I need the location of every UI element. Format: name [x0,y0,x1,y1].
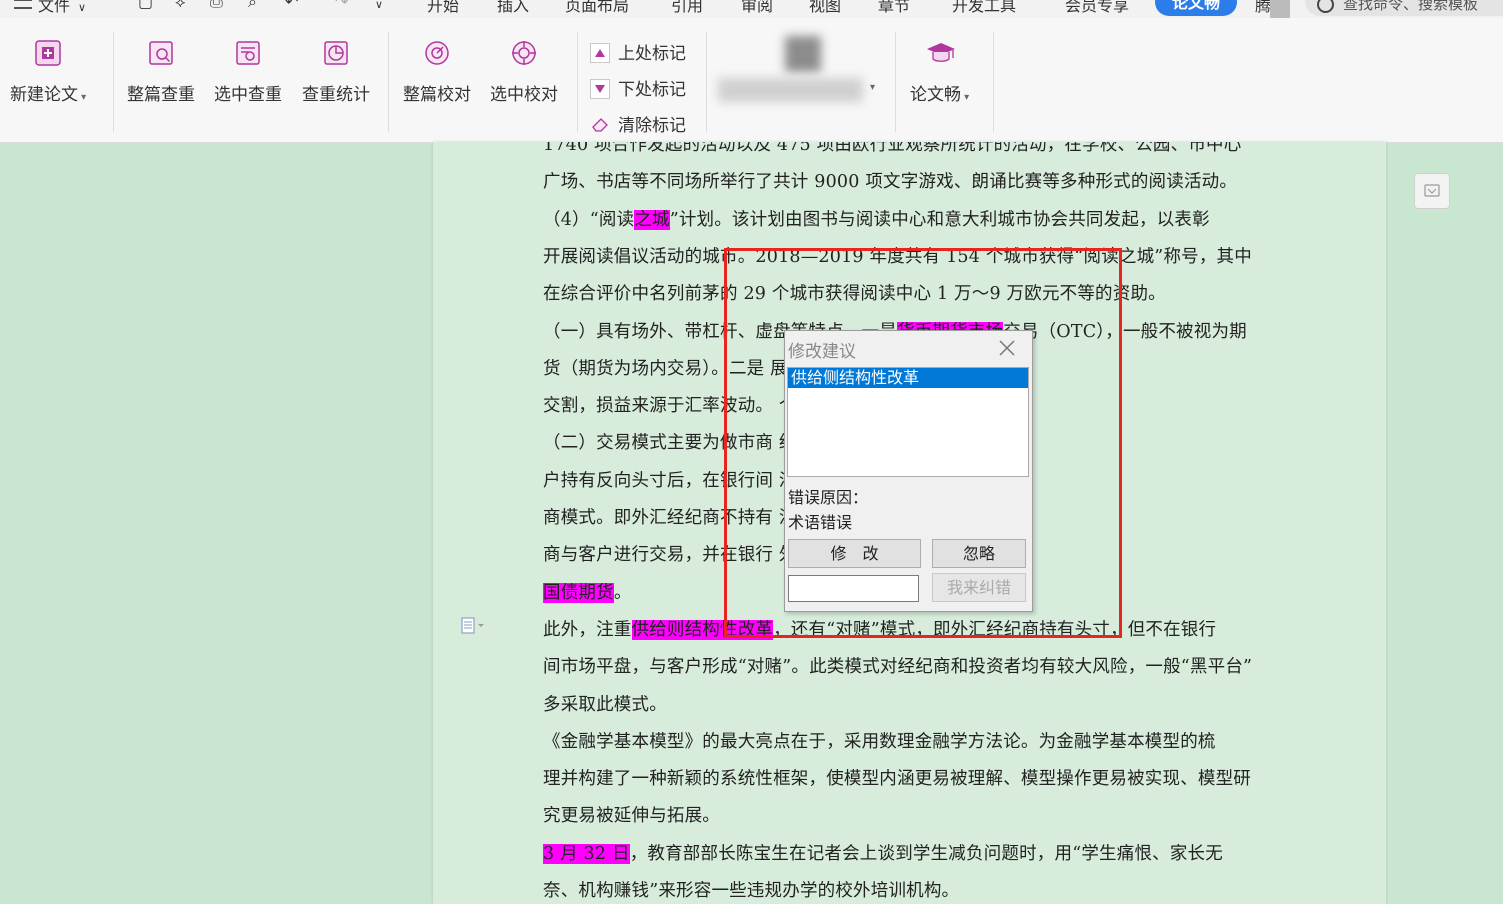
tab-developer[interactable]: 开发工具 [952,0,1016,16]
redo-icon[interactable]: ↷ [335,0,348,11]
highlighted-term[interactable]: 之城 [634,209,670,230]
tab-member[interactable]: 会员专享 [1065,0,1129,16]
document-line[interactable]: 广场、书店等不同场所举行了共计 9000 项文字游戏、朗诵比赛等多种形式的阅读活… [543,168,1237,193]
avatar[interactable] [785,36,821,72]
tab-view[interactable]: 视图 [809,0,841,16]
chevron-down-icon[interactable]: ▾ [870,82,875,93]
suggestion-list[interactable]: 供给侧结构性改革 [787,367,1029,477]
text-run: ，教育部部长陈宝生在记者会上谈到学生减负问题时，用“学生痛恨、家长无 [629,843,1223,864]
highlighted-term[interactable]: 国债期货 [543,582,614,603]
ribbon-toolbar: 新建论文 ▾ 整篇查重 选中查重 查重统计 整篇校对 选中校对 上处标记 下处标… [0,18,1503,143]
new-paper-button[interactable]: 新建论文 ▾ [10,38,86,105]
ribbon-separator [993,32,994,132]
tab-lunwenchang[interactable]: 论文畅 [1155,0,1237,16]
full-check-button[interactable]: 整篇查重 [127,38,195,105]
paragraph-menu-icon[interactable] [461,617,484,635]
ribbon-separator [895,32,896,132]
correction-input[interactable] [788,575,919,602]
text-run: 理并构建了一种新颖的系统性框架，使模型内涵更易被理解、模型操作更易被实现、模型研 [543,769,1251,790]
error-reason-value: 术语错误 [788,513,853,532]
pie-chart-icon [321,38,351,68]
menu-bar: 文件 ∨ ▢ ⟡ ⎙ ⌕ ↶ ↷ ∨ 开始 插入 页面布局 引用 审阅 视图 章节… [0,0,1503,18]
ribbon-separator [706,32,707,132]
tab-scroll-button[interactable] [1270,0,1290,18]
search-input[interactable]: 查找命令、搜索模板 [1305,0,1503,16]
modify-button[interactable]: 修 改 [788,539,921,568]
selected-proofread-button[interactable]: 选中校对 [490,38,558,105]
ignore-button[interactable]: 忽略 [932,539,1026,568]
share-icon[interactable]: ⟡ [175,0,186,12]
text-run: 多采取此模式。 [543,694,667,715]
target-icon [509,38,539,68]
up-triangle-icon [590,43,610,63]
suggestion-dialog: 修改建议 供给侧结构性改革 错误原因： 术语错误 修 改 忽略 我来纠错 [784,330,1033,612]
tab-chapter[interactable]: 章节 [878,0,910,16]
text-run: 《金融学基本模型》的最大亮点在于，采用数理金融学方法论。为金融学基本模型的梳 [543,731,1216,752]
text-run: 广场、书店等不同场所举行了共计 9000 项文字游戏、朗诵比赛等多种形式的阅读活… [543,172,1238,193]
account-name [718,78,863,102]
ribbon-separator [388,32,389,132]
full-check-icon [146,38,176,68]
document-line[interactable]: （4）“阅读之城”计划。该计划由图书与阅读中心和意大利城市协会共同发起，以表彰 [543,206,1210,231]
dialog-title: 修改建议 [788,342,856,362]
text-run: 此外，注重 [543,619,632,640]
filter-panel-button[interactable] [1414,173,1450,209]
selected-check-icon [233,38,263,68]
print-icon[interactable]: ⎙ [210,0,223,12]
tab-insert[interactable]: 插入 [497,0,529,16]
document-line[interactable]: 究更易被延伸与拓展。 [543,802,720,827]
tab-overflow[interactable]: 腾 [1255,0,1271,16]
document-line[interactable]: 奈、机构赚钱”来形容一些违规办学的校外培训机构。 [543,877,959,902]
chevron-down-icon: ∨ [78,1,87,14]
full-proofread-button[interactable]: 整篇校对 [403,38,471,105]
document-line[interactable]: 多采取此模式。 [543,691,667,716]
text-run: ”计划。该计划由图书与阅读中心和意大利城市协会共同发起，以表彰 [669,209,1210,230]
text-run: 究更易被延伸与拓展。 [543,806,720,827]
eraser-icon [590,114,610,134]
lunwenchang-button[interactable]: 论文畅 ▾ [910,38,969,105]
selected-check-button[interactable]: 选中查重 [214,38,282,105]
save-icon[interactable]: ▢ [138,0,153,11]
document-line[interactable]: 3 月 32 日，教育部部长陈宝生在记者会上谈到学生减负问题时，用“学生痛恨、家… [543,840,1223,865]
highlighted-term[interactable]: 3 月 32 日 [543,843,630,864]
chevron-down-icon: ▾ [961,92,970,103]
menu-file[interactable]: 文件 ∨ [14,0,86,16]
undo-icon[interactable]: ↶ [285,0,298,11]
graduation-cap-icon [925,38,955,68]
ribbon-separator [577,32,578,132]
text-run: 奈、机构赚钱”来形容一些违规办学的校外培训机构。 [543,881,960,901]
down-triangle-icon [590,79,610,99]
tab-review[interactable]: 审阅 [741,0,773,16]
tab-references[interactable]: 引用 [671,0,703,16]
tab-page-layout[interactable]: 页面布局 [565,0,629,16]
print-preview-icon[interactable]: ⌕ [248,0,257,12]
document-line[interactable]: 间市场平盘，与客户形成“对赌”。此类模式对经纪商和投资者均有较大风险，一般“黑平… [543,653,1252,678]
document-line[interactable]: 《金融学基本模型》的最大亮点在于，采用数理金融学方法论。为金融学基本模型的梳 [543,728,1216,753]
tab-start[interactable]: 开始 [427,0,459,16]
self-correct-button[interactable]: 我来纠错 [932,573,1026,602]
new-paper-icon [33,38,63,68]
text-run: 。 [613,582,632,603]
quick-access-dropdown-icon[interactable]: ∨ [375,0,383,11]
ribbon-separator [113,32,114,132]
document-line[interactable]: 理并构建了一种新颖的系统性框架，使模型内涵更易被理解、模型操作更易被实现、模型研 [543,765,1251,790]
clear-marks-button[interactable]: 清除标记 [590,111,686,136]
chevron-down-icon: ▾ [78,92,87,103]
next-mark-button[interactable]: 下处标记 [590,75,686,100]
filter-icon [1424,184,1440,197]
prev-mark-button[interactable]: 上处标记 [590,39,686,64]
full-proofread-icon [422,38,452,68]
hamburger-icon [14,0,32,9]
check-stats-button[interactable]: 查重统计 [302,38,370,105]
suggestion-item[interactable]: 供给侧结构性改革 [788,368,1028,388]
error-reason-label: 错误原因： [788,488,869,507]
document-line[interactable]: 国债期货。 [543,579,632,604]
text-run: （4）“阅读 [543,209,635,230]
text-run: 间市场平盘，与客户形成“对赌”。此类模式对经纪商和投资者均有较大风险，一般“黑平… [543,657,1253,678]
search-icon [1317,0,1334,13]
close-icon[interactable] [995,336,1019,360]
